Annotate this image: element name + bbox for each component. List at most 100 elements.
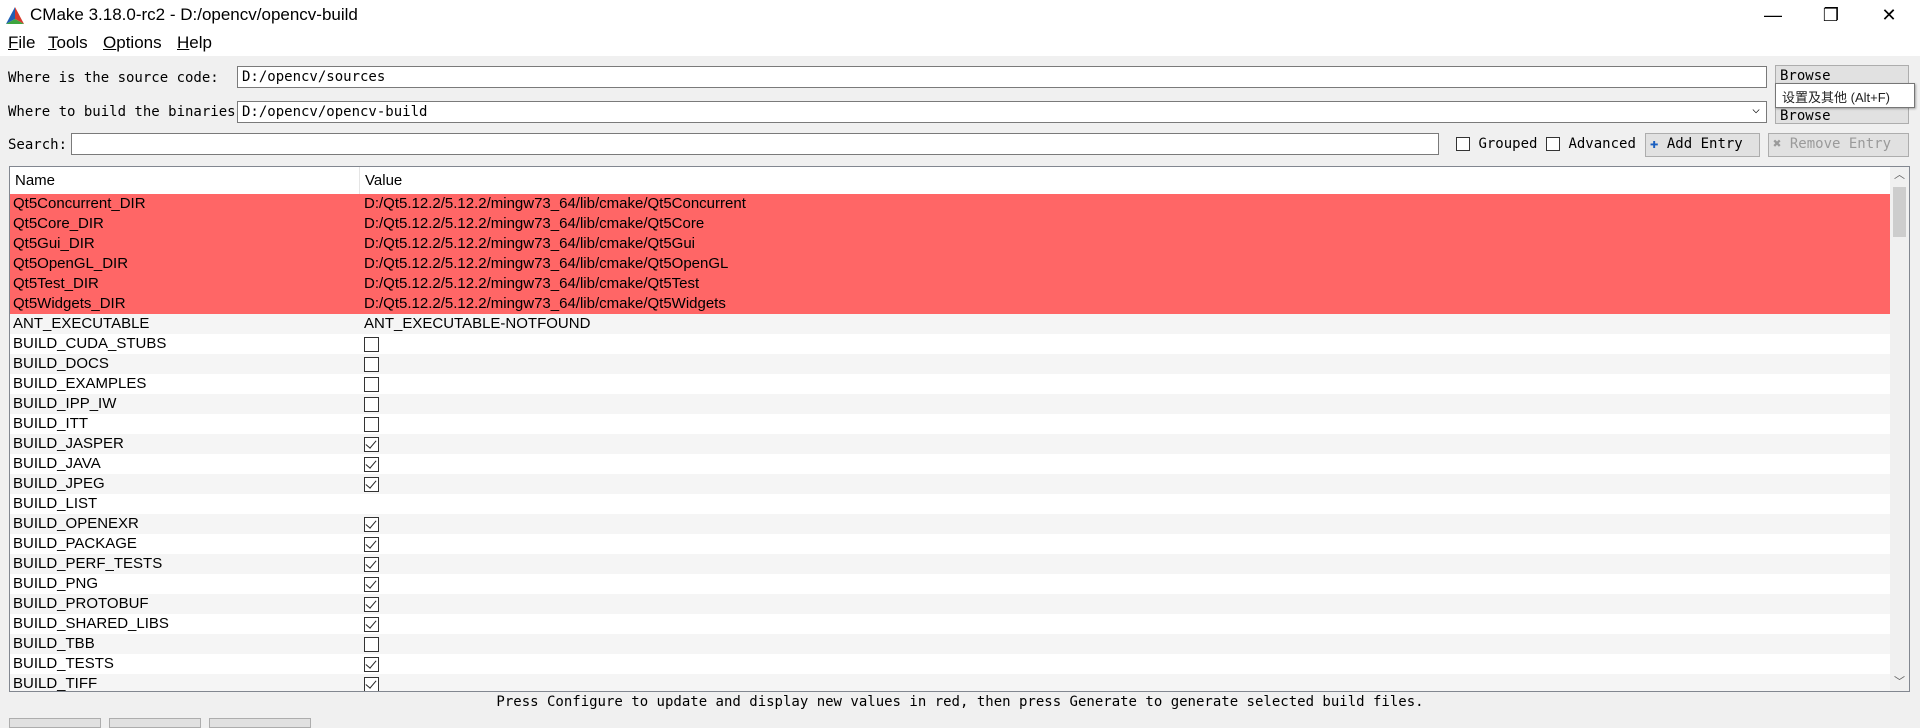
grouped-checkbox-box[interactable] (1456, 137, 1470, 151)
row-value-checkbox[interactable] (364, 517, 379, 532)
advanced-checkbox[interactable]: Advanced (1546, 136, 1636, 152)
table-row[interactable]: Qt5Widgets_DIR D:/Qt5.12.2/5.12.2/mingw73… (10, 294, 1890, 314)
column-divider[interactable] (359, 167, 360, 194)
table-row[interactable]: BUILD_TBB (10, 634, 1890, 654)
row-value[interactable]: ANT_EXECUTABLE-NOTFOUND (364, 315, 590, 332)
row-value[interactable]: D:/Qt5.12.2/5.12.2/mingw73_64/lib/cmake/… (364, 215, 704, 232)
row-value-checkbox[interactable] (364, 537, 379, 552)
open-project-button[interactable] (209, 718, 311, 728)
build-path-combobox[interactable]: D:/opencv/opencv-build ⌵ (237, 101, 1767, 123)
table-row[interactable]: BUILD_ITT (10, 414, 1890, 434)
configure-button[interactable] (9, 718, 101, 728)
scroll-down-icon[interactable]: ﹀ (1890, 674, 1909, 691)
menu-file[interactable]: File (8, 33, 35, 53)
table-row[interactable]: BUILD_PERF_TESTS (10, 554, 1890, 574)
row-value-checkbox[interactable] (364, 557, 379, 572)
row-value-checkbox[interactable] (364, 337, 379, 352)
status-message: Press Configure to update and display ne… (496, 694, 1424, 710)
table-row[interactable]: BUILD_TESTS (10, 654, 1890, 674)
row-value-checkbox[interactable] (364, 437, 379, 452)
close-button[interactable]: ✕ (1860, 0, 1918, 30)
build-path-value: D:/opencv/opencv-build (242, 104, 428, 120)
scrollbar-thumb[interactable] (1893, 187, 1906, 237)
build-label: Where to build the binaries: (8, 104, 245, 120)
minimize-button[interactable]: — (1744, 0, 1802, 30)
row-value-checkbox[interactable] (364, 477, 379, 492)
minimize-icon: — (1764, 4, 1782, 25)
table-row[interactable]: Qt5OpenGL_DIR D:/Qt5.12.2/5.12.2/mingw73_… (10, 254, 1890, 274)
table-row[interactable]: Qt5Gui_DIR D:/Qt5.12.2/5.12.2/mingw73_64/… (10, 234, 1890, 254)
scroll-up-icon[interactable]: ︿ (1890, 167, 1909, 184)
maximize-button[interactable]: ❐ (1802, 0, 1860, 30)
table-row[interactable]: BUILD_OPENEXR (10, 514, 1890, 534)
table-row[interactable]: Qt5Core_DIR D:/Qt5.12.2/5.12.2/mingw73_64… (10, 214, 1890, 234)
row-value[interactable]: D:/Qt5.12.2/5.12.2/mingw73_64/lib/cmake/… (364, 195, 746, 212)
row-value-checkbox[interactable] (364, 597, 379, 612)
row-value-checkbox[interactable] (364, 357, 379, 372)
row-value[interactable]: D:/Qt5.12.2/5.12.2/mingw73_64/lib/cmake/… (364, 275, 699, 292)
add-entry-button[interactable]: ✚ Add Entry (1645, 133, 1760, 157)
menu-options[interactable]: Options (103, 33, 162, 53)
row-value-checkbox[interactable] (364, 397, 379, 412)
table-row[interactable]: BUILD_PNG (10, 574, 1890, 594)
generate-button[interactable] (109, 718, 201, 728)
vertical-scrollbar[interactable]: ︿ ﹀ (1890, 167, 1909, 691)
search-input[interactable] (71, 133, 1439, 155)
table-row[interactable]: BUILD_EXAMPLES (10, 374, 1890, 394)
table-row[interactable]: Qt5Test_DIR D:/Qt5.12.2/5.12.2/mingw73_64… (10, 274, 1890, 294)
row-name: Qt5Gui_DIR (13, 235, 95, 252)
row-value-checkbox[interactable] (364, 457, 379, 472)
row-name: BUILD_JAVA (13, 455, 101, 472)
table-row[interactable]: BUILD_PACKAGE (10, 534, 1890, 554)
row-value-checkbox[interactable] (364, 577, 379, 592)
title-bar: CMake 3.18.0-rc2 - D:/opencv/opencv-buil… (0, 0, 1920, 30)
table-row[interactable]: BUILD_PROTOBUF (10, 594, 1890, 614)
row-value-checkbox[interactable] (364, 677, 379, 691)
table-row[interactable]: BUILD_DOCS (10, 354, 1890, 374)
menu-help[interactable]: Help (177, 33, 212, 53)
menu-bar: File Tools Options Help (0, 30, 1920, 56)
row-value-checkbox[interactable] (364, 637, 379, 652)
table-row[interactable]: BUILD_JPEG (10, 474, 1890, 494)
row-name: BUILD_PROTOBUF (13, 595, 149, 612)
row-name: BUILD_SHARED_LIBS (13, 615, 169, 632)
table-row[interactable]: BUILD_CUDA_STUBS (10, 334, 1890, 354)
table-row[interactable]: BUILD_LIST (10, 494, 1890, 514)
row-name: BUILD_OPENEXR (13, 515, 139, 532)
table-row[interactable]: BUILD_SHARED_LIBS (10, 614, 1890, 634)
menu-tools[interactable]: Tools (48, 33, 88, 53)
cache-table: Name Value Qt5Concurrent_DIR D:/Qt5.12.2/… (9, 166, 1910, 692)
remove-entry-button[interactable]: ✖ Remove Entry (1768, 133, 1909, 157)
row-value[interactable]: D:/Qt5.12.2/5.12.2/mingw73_64/lib/cmake/… (364, 295, 726, 312)
remove-entry-label: Remove Entry (1789, 136, 1892, 152)
source-label: Where is the source code: (8, 70, 219, 86)
column-header-value[interactable]: Value (365, 172, 402, 189)
row-name: Qt5Concurrent_DIR (13, 195, 146, 212)
tooltip: 设置及其他 (Alt+F) (1775, 83, 1915, 108)
row-value[interactable]: D:/Qt5.12.2/5.12.2/mingw73_64/lib/cmake/… (364, 255, 728, 272)
table-row[interactable]: BUILD_JASPER (10, 434, 1890, 454)
row-name: BUILD_TESTS (13, 655, 114, 672)
remove-icon: ✖ (1773, 136, 1782, 152)
row-name: BUILD_IPP_IW (13, 395, 117, 412)
row-name: BUILD_CUDA_STUBS (13, 335, 167, 352)
table-row[interactable]: BUILD_IPP_IW (10, 394, 1890, 414)
table-row[interactable]: BUILD_TIFF (10, 674, 1890, 691)
row-value-checkbox[interactable] (364, 417, 379, 432)
row-name: BUILD_JASPER (13, 435, 124, 452)
column-header-name[interactable]: Name (15, 172, 55, 189)
table-row[interactable]: Qt5Concurrent_DIR D:/Qt5.12.2/5.12.2/ming… (10, 194, 1890, 214)
row-name: BUILD_DOCS (13, 355, 109, 372)
row-value[interactable]: D:/Qt5.12.2/5.12.2/mingw73_64/lib/cmake/… (364, 235, 695, 252)
row-name: BUILD_LIST (13, 495, 98, 512)
row-value-checkbox[interactable] (364, 617, 379, 632)
advanced-checkbox-box[interactable] (1546, 137, 1560, 151)
grouped-checkbox[interactable]: Grouped (1456, 136, 1537, 152)
source-path-input[interactable]: D:/opencv/sources (237, 66, 1767, 88)
row-value-checkbox[interactable] (364, 377, 379, 392)
chevron-down-icon[interactable]: ⌵ (1752, 102, 1760, 117)
table-row[interactable]: ANT_EXECUTABLE ANT_EXECUTABLE-NOTFOUND (10, 314, 1890, 334)
row-value-checkbox[interactable] (364, 657, 379, 672)
table-row[interactable]: BUILD_JAVA (10, 454, 1890, 474)
row-name: BUILD_EXAMPLES (13, 375, 147, 392)
